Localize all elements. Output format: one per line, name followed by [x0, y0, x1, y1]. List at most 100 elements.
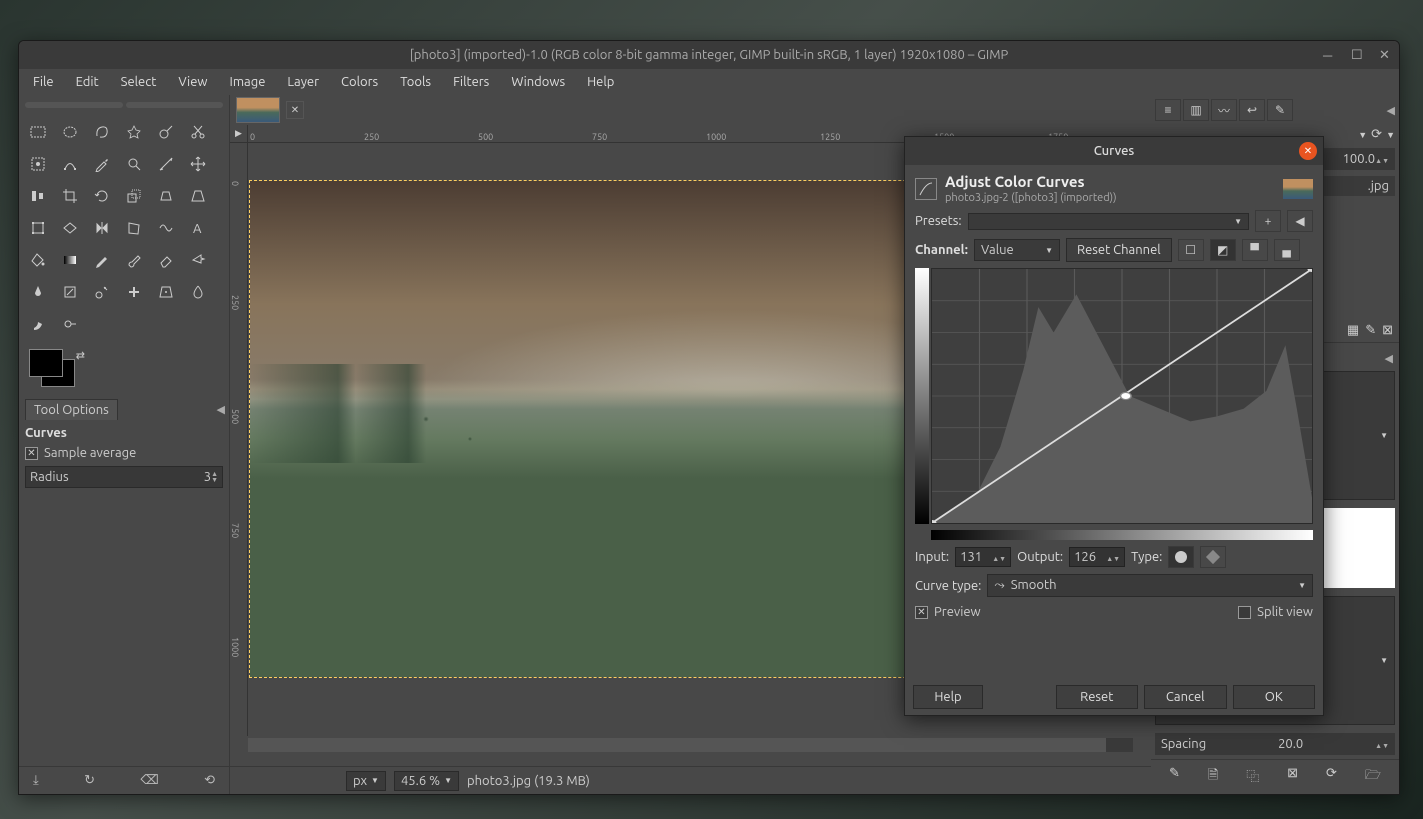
add-preset-button[interactable]: + — [1255, 210, 1281, 232]
tool-warp[interactable] — [151, 213, 181, 243]
open-brush-icon[interactable]: 🗁 — [1365, 766, 1381, 788]
close-button[interactable]: ✕ — [1379, 48, 1393, 62]
curves-close-button[interactable]: ✕ — [1299, 142, 1317, 160]
restore-preset-icon[interactable]: ↻ — [84, 773, 95, 788]
presets-select[interactable]: ▼ — [968, 213, 1249, 230]
fg-color-swatch[interactable] — [29, 349, 63, 377]
menu-image[interactable]: Image — [220, 72, 276, 92]
titlebar[interactable]: [photo3] (imported)-1.0 (RGB color 8-bit… — [19, 41, 1399, 69]
tool-heal[interactable] — [119, 277, 149, 307]
pane-menu-icon[interactable]: ◀ — [1385, 352, 1393, 365]
tool-free-select[interactable] — [87, 117, 117, 147]
reset-icon[interactable]: ⟳ — [1371, 127, 1382, 142]
tool-move[interactable] — [183, 149, 213, 179]
reset-preset-icon[interactable]: ⟲ — [204, 773, 215, 788]
tool-crop[interactable] — [55, 181, 85, 211]
tool-paintbrush[interactable] — [119, 245, 149, 275]
dock-tab-icon[interactable]: ≡ — [1155, 99, 1181, 121]
tool-gradient[interactable] — [55, 245, 85, 275]
menu-edit[interactable]: Edit — [66, 72, 109, 92]
tool-color-picker[interactable] — [87, 149, 117, 179]
ruler-vertical[interactable]: 0 250 500 750 1000 — [230, 143, 248, 736]
dup-brush-icon[interactable]: ⿻ — [1246, 766, 1259, 788]
tool-scissors[interactable] — [183, 117, 213, 147]
chevron-down-icon[interactable]: ▼ — [1358, 130, 1367, 140]
reset-button[interactable]: Reset — [1056, 685, 1139, 709]
tool-ink[interactable] — [23, 277, 53, 307]
tool-align[interactable] — [23, 181, 53, 211]
menu-filters[interactable]: Filters — [443, 72, 499, 92]
help-button[interactable]: Help — [913, 685, 983, 709]
menu-view[interactable]: View — [168, 72, 217, 92]
unit-selector[interactable]: px▼ — [346, 771, 386, 791]
histogram-icon[interactable]: ▄ — [1274, 239, 1300, 261]
tool-flip[interactable] — [87, 213, 117, 243]
tool-perspective[interactable] — [183, 181, 213, 211]
tool-shear[interactable] — [151, 181, 181, 211]
menu-file[interactable]: File — [23, 72, 64, 92]
radius-stepper[interactable]: ▲▼ — [211, 471, 218, 483]
dock-tab-icon[interactable]: ▥ — [1183, 99, 1209, 121]
tool-ellipse-select[interactable] — [55, 117, 85, 147]
tool-measure[interactable] — [151, 149, 181, 179]
curve-type-select[interactable]: ⤳Smooth ▼ — [987, 574, 1313, 597]
split-view-checkbox[interactable] — [1238, 606, 1251, 619]
tool-handle-transform[interactable] — [55, 213, 85, 243]
zoom-stepper[interactable]: ▲▼ — [1375, 152, 1389, 166]
refresh-brush-icon[interactable]: ⟳ — [1326, 766, 1337, 788]
channel-select[interactable]: Value▼ — [974, 239, 1060, 261]
preset-menu-button[interactable]: ◀ — [1287, 210, 1313, 232]
pane-menu-icon[interactable]: ◀ — [217, 403, 225, 416]
radius-field[interactable]: Radius 3 ▲▼ — [25, 466, 223, 488]
menu-colors[interactable]: Colors — [331, 72, 388, 92]
tool-mypaint[interactable] — [55, 277, 85, 307]
tool-airbrush[interactable] — [183, 245, 213, 275]
spacing-value[interactable]: 20.0 — [1278, 737, 1303, 751]
del-brush-icon[interactable]: ⊠ — [1287, 766, 1298, 788]
tool-clone[interactable] — [87, 277, 117, 307]
image-tab-thumb[interactable] — [236, 97, 280, 123]
dock-tab-icon[interactable]: ✎ — [1267, 99, 1293, 121]
delete-icon[interactable]: ⊠ — [1382, 323, 1393, 338]
minimize-button[interactable]: ─ — [1323, 48, 1337, 62]
tool-by-color-select[interactable] — [151, 117, 181, 147]
point-type-smooth[interactable] — [1168, 546, 1194, 568]
menu-help[interactable]: Help — [577, 72, 624, 92]
tool-perspective-clone[interactable] — [151, 277, 181, 307]
edit-icon[interactable]: ✎ — [1365, 323, 1376, 338]
input-spinner[interactable]: 131▲▼ — [955, 547, 1011, 567]
menu-tools[interactable]: Tools — [390, 72, 441, 92]
tool-rect-select[interactable] — [23, 117, 53, 147]
edit-brush-icon[interactable]: ✎ — [1169, 766, 1180, 788]
tool-options-tab[interactable]: Tool Options — [25, 399, 118, 420]
histogram-log-icon[interactable]: ◩ — [1210, 239, 1236, 261]
h-scrollbar[interactable] — [248, 738, 1133, 752]
tool-zoom[interactable] — [119, 149, 149, 179]
tool-text[interactable]: A — [183, 213, 213, 243]
histogram-linear-icon[interactable]: ☐ — [1178, 239, 1204, 261]
tool-eraser[interactable] — [151, 245, 181, 275]
curves-graph[interactable] — [931, 268, 1313, 524]
menu-windows[interactable]: Windows — [501, 72, 575, 92]
tool-unified-transform[interactable] — [23, 213, 53, 243]
chevron-down-icon[interactable]: ▼ — [1386, 130, 1395, 140]
menu-select[interactable]: Select — [111, 72, 167, 92]
tool-smudge[interactable] — [23, 309, 53, 339]
swap-colors-icon[interactable]: ⇄ — [76, 349, 85, 362]
ruler-origin[interactable]: ▶ — [230, 125, 248, 143]
save-preset-icon[interactable]: ⤓ — [33, 773, 39, 788]
sample-average-checkbox[interactable]: ✕ — [25, 447, 38, 460]
cancel-button[interactable]: Cancel — [1144, 685, 1227, 709]
tool-bucket-fill[interactable] — [23, 245, 53, 275]
ok-button[interactable]: OK — [1233, 685, 1316, 709]
preview-checkbox[interactable]: ✕ — [915, 606, 928, 619]
brush-zoom-value[interactable]: 100.0 — [1343, 152, 1376, 166]
tool-blur[interactable] — [183, 277, 213, 307]
tool-scale[interactable] — [119, 181, 149, 211]
spacing-stepper[interactable]: ▲▼ — [1375, 737, 1389, 751]
curves-titlebar[interactable]: Curves ✕ — [905, 137, 1323, 165]
delete-preset-icon[interactable]: ⌫ — [140, 773, 158, 788]
reset-channel-button[interactable]: Reset Channel — [1066, 238, 1172, 262]
zoom-selector[interactable]: 45.6 %▼ — [394, 771, 459, 791]
tool-fuzzy-select[interactable] — [119, 117, 149, 147]
